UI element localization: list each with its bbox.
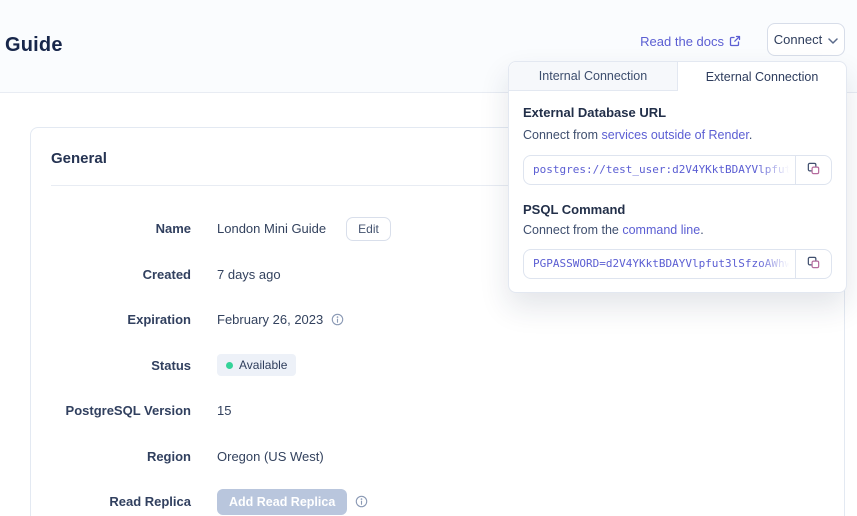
general-heading: General	[51, 150, 107, 167]
field-label: Read Replica	[31, 494, 191, 509]
chevron-down-icon	[828, 32, 838, 47]
desc-text: .	[749, 128, 752, 142]
field-value: February 26, 2023	[217, 312, 323, 327]
services-outside-render-link[interactable]: services outside of Render	[602, 128, 749, 142]
connect-button-label: Connect	[774, 32, 822, 47]
connect-button[interactable]: Connect	[767, 23, 845, 56]
status-badge: Available	[217, 354, 296, 376]
field-row-status: Status Available	[31, 343, 844, 389]
docs-link-label: Read the docs	[640, 34, 724, 49]
add-read-replica-button[interactable]: Add Read Replica	[217, 489, 347, 515]
external-db-url-field-group: postgres://test_user:d2V4YKktBDAYVlpfut3…	[523, 155, 832, 185]
field-value: 15	[217, 403, 231, 418]
psql-command-description: Connect from the command line.	[523, 223, 832, 237]
info-icon[interactable]	[331, 313, 344, 326]
external-db-url-heading: External Database URL	[523, 105, 832, 120]
edit-name-button[interactable]: Edit	[346, 217, 391, 241]
external-connection-panel: External Database URL Connect from servi…	[509, 91, 846, 293]
tab-external-connection[interactable]: External Connection	[678, 62, 846, 91]
page-title: Guide	[5, 34, 63, 57]
status-dot-icon	[226, 362, 233, 369]
field-label: Name	[31, 221, 191, 236]
field-value: 7 days ago	[217, 267, 281, 282]
desc-text: .	[700, 223, 703, 237]
copy-psql-button[interactable]	[795, 250, 831, 278]
tab-internal-connection[interactable]: Internal Connection	[509, 62, 678, 91]
copy-icon	[806, 255, 821, 273]
field-row-read-replica: Read Replica Add Read Replica	[31, 479, 844, 516]
field-row-expiration: Expiration February 26, 2023	[31, 297, 844, 343]
psql-command-field-group: PGPASSWORD=d2V4YKktBDAYVlpfut3lSfzoAWhwb…	[523, 249, 832, 279]
field-label: PostgreSQL Version	[31, 403, 191, 418]
desc-text: Connect from	[523, 128, 602, 142]
read-the-docs-link[interactable]: Read the docs	[640, 32, 741, 50]
field-label: Created	[31, 267, 191, 282]
copy-icon	[806, 161, 821, 179]
field-value: London Mini Guide	[217, 221, 326, 236]
status-badge-label: Available	[239, 358, 287, 372]
psql-command-heading: PSQL Command	[523, 202, 832, 217]
field-row-region: Region Oregon (US West)	[31, 434, 844, 480]
field-label: Region	[31, 449, 191, 464]
connect-popover: Internal Connection External Connection …	[508, 61, 847, 293]
external-link-icon	[729, 35, 741, 47]
info-icon[interactable]	[355, 495, 368, 508]
external-db-url-description: Connect from services outside of Render.	[523, 128, 832, 142]
command-line-link[interactable]: command line	[622, 223, 700, 237]
psql-command-value[interactable]: PGPASSWORD=d2V4YKktBDAYVlpfut3lSfzoAWhwb…	[524, 250, 795, 278]
field-label: Expiration	[31, 312, 191, 327]
field-value: Oregon (US West)	[217, 449, 324, 464]
desc-text: Connect from the	[523, 223, 622, 237]
copy-url-button[interactable]	[795, 156, 831, 184]
field-label: Status	[31, 358, 191, 373]
external-db-url-value[interactable]: postgres://test_user:d2V4YKktBDAYVlpfut3…	[524, 156, 795, 184]
field-row-postgresql-version: PostgreSQL Version 15	[31, 388, 844, 434]
connection-tabs: Internal Connection External Connection	[509, 62, 846, 91]
